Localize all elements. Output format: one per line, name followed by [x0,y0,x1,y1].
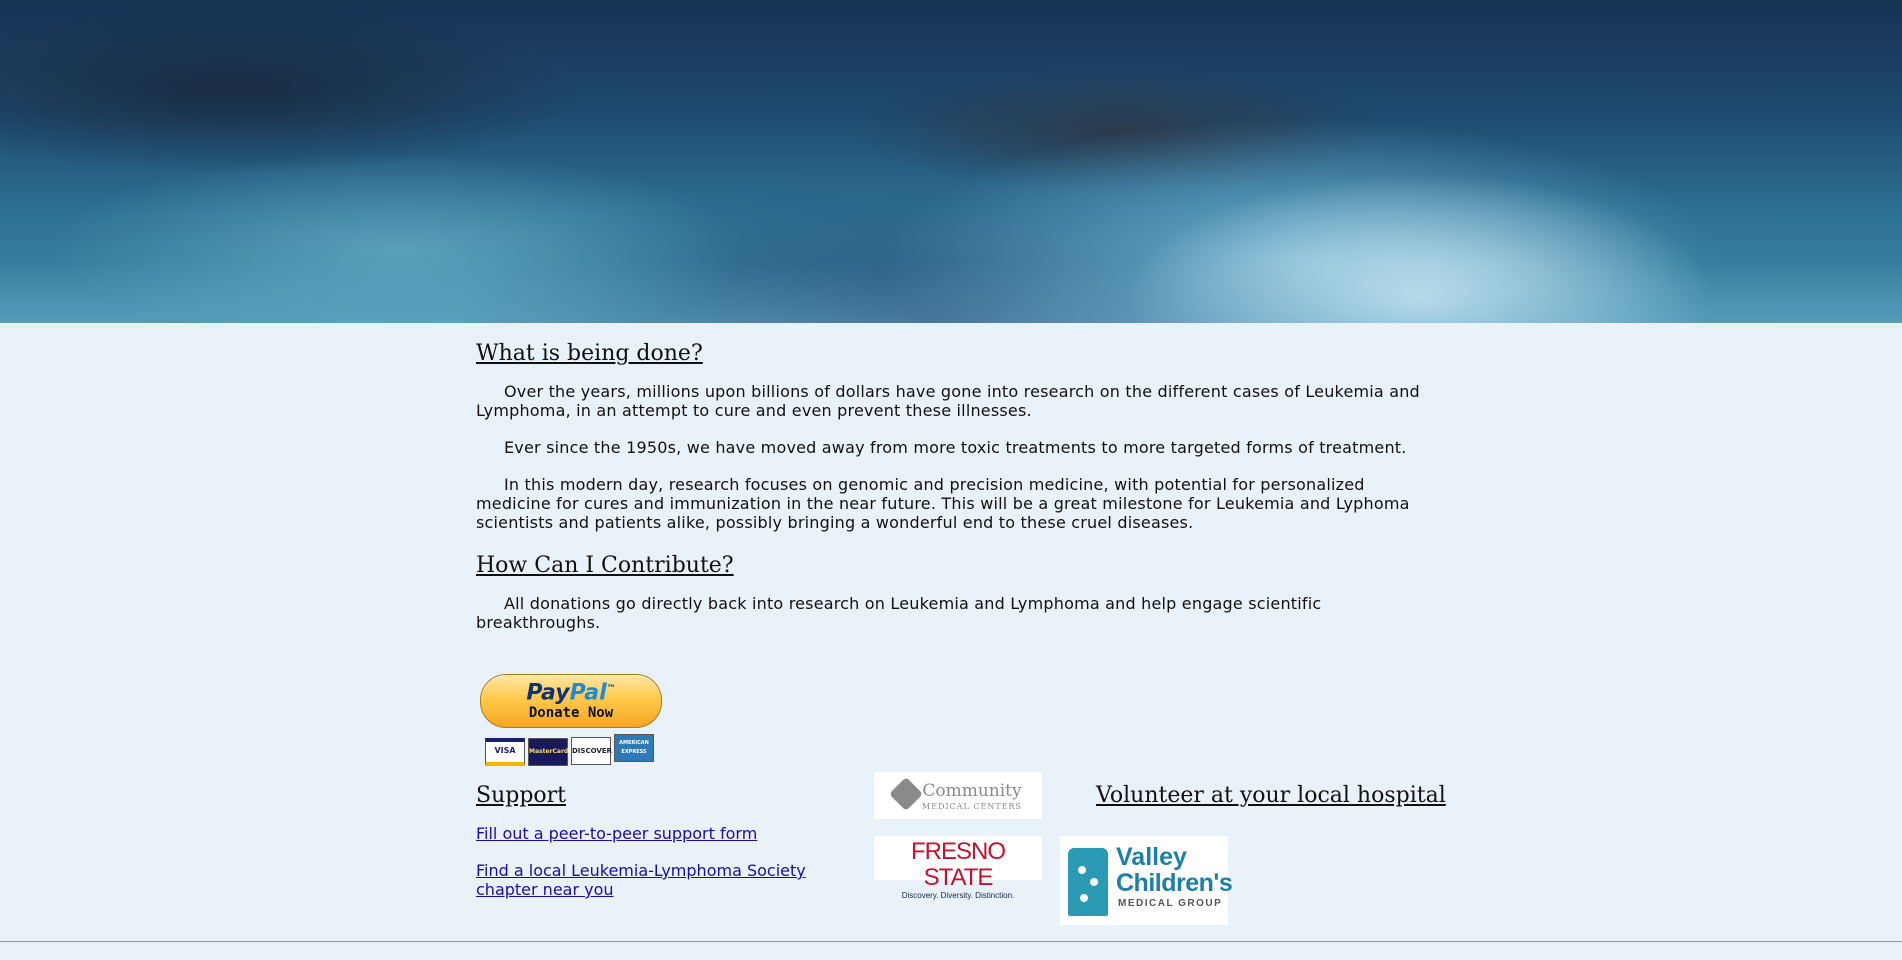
discover-card-icon: DISCOVER [571,737,612,765]
what-is-being-done-heading: What is being done? [476,341,703,366]
paypal-donate-button[interactable]: PayPal™ Donate Now [480,674,662,728]
support-section: Support Fill out a peer-to-peer support … [476,782,836,899]
what-paragraph-1: Over the years, millions upon billions o… [476,382,1420,420]
amex-card-icon: AMERICAN EXPRESS [614,734,654,762]
volunteer-heading: Volunteer at your local hospital [1096,783,1446,808]
footer-divider [0,941,1902,942]
fresno-state-logo[interactable]: FRESNO STATE Discovery. Diversity. Disti… [874,836,1042,900]
what-paragraph-2: Ever since the 1950s, we have moved away… [504,438,1407,457]
support-heading: Support [476,783,567,808]
accepted-cards: VISA MasterCard DISCOVERAMERICAN EXPRESS [485,734,657,766]
hero-sky-banner [0,0,1902,323]
paypal-logo: PayPal™ [526,680,616,706]
what-paragraph-3: In this modern day, research focuses on … [476,475,1410,532]
peer-support-form-link[interactable]: Fill out a peer-to-peer support form [476,824,836,843]
visa-card-icon: VISA [485,738,525,766]
community-medical-centers-logo[interactable]: Community MEDICAL CENTERS [874,772,1042,819]
how-can-i-contribute-heading: How Can I Contribute? [476,553,734,578]
paypal-donate-widget[interactable]: PayPal™ Donate Now VISA MasterCard DISCOVE… [480,674,662,766]
donate-now-label: Donate Now [528,705,614,722]
mastercard-card-icon: MasterCard [528,738,568,766]
main-content: What is being done? Over the years, mill… [476,340,1436,632]
valley-childrens-logo[interactable]: Valley Children's MEDICAL GROUP [1060,836,1233,925]
contribute-paragraph: All donations go directly back into rese… [476,594,1322,632]
giraffe-icon [1068,848,1108,916]
find-local-chapter-link[interactable]: Find a local Leukemia-Lymphoma Society c… [476,861,836,899]
